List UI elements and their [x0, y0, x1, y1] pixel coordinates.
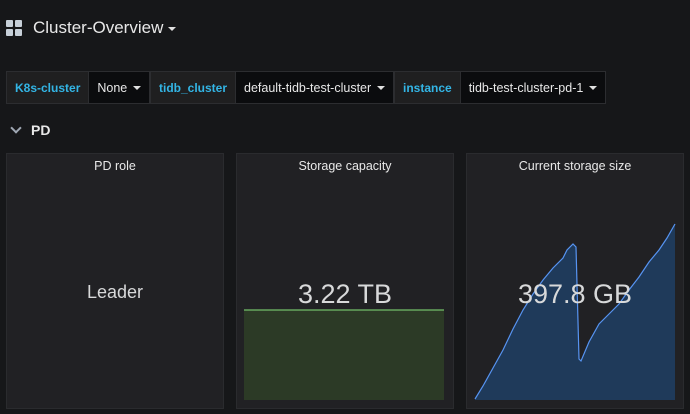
dashboard-header: Cluster-Overview [0, 0, 690, 60]
variable-instance: instance tidb-test-cluster-pd-1 [394, 71, 607, 104]
panel-pd-role: PD role Leader [6, 153, 224, 409]
variable-select[interactable]: tidb-test-cluster-pd-1 [459, 71, 607, 104]
row-title: PD [31, 122, 51, 138]
variable-value: default-tidb-test-cluster [244, 80, 372, 95]
caret-down-icon [377, 85, 386, 90]
panel-current-storage-size: Current storage size 397.8 GB [466, 153, 684, 409]
variable-value: tidb-test-cluster-pd-1 [468, 80, 584, 95]
caret-down-icon [133, 85, 142, 90]
capacity-area [244, 310, 444, 400]
caret-down-icon[interactable] [168, 27, 176, 31]
variable-label: tidb_cluster [150, 71, 236, 104]
stat-value: 397.8 GB [517, 279, 633, 309]
dashboard-title[interactable]: Cluster-Overview [33, 18, 163, 38]
variable-select[interactable]: None [88, 71, 151, 104]
variable-label: K8s-cluster [6, 71, 89, 104]
variable-k8s-cluster: K8s-cluster None [6, 71, 151, 104]
panel-storage-capacity: Storage capacity 3.22 TB [236, 153, 454, 409]
caret-down-icon [589, 85, 598, 90]
storage-size-area [475, 224, 675, 400]
variable-label: instance [394, 71, 460, 104]
chevron-down-icon[interactable] [10, 122, 22, 134]
variable-value: None [97, 80, 128, 95]
stat-value: Leader [86, 282, 144, 302]
dashboard-grid-icon[interactable] [6, 20, 23, 37]
row-header-pd[interactable]: PD [10, 120, 51, 140]
variable-select[interactable]: default-tidb-test-cluster [235, 71, 395, 104]
stat-value: 3.22 TB [297, 279, 393, 309]
panel-title[interactable]: PD role [7, 159, 223, 173]
variable-tidb-cluster: tidb_cluster default-tidb-test-cluster [150, 71, 395, 104]
